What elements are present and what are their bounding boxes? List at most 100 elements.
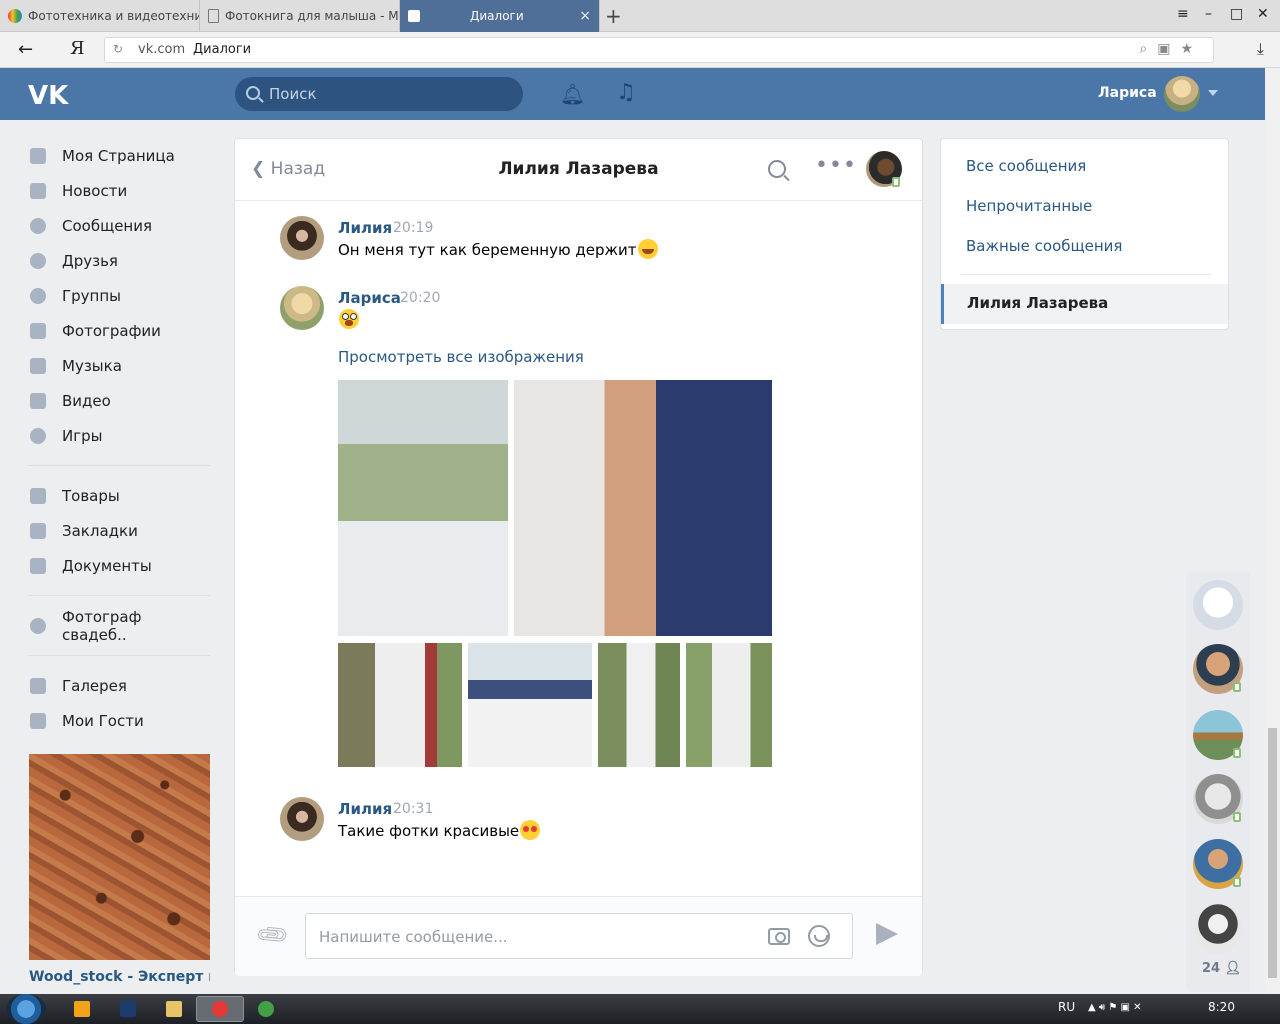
nav-item-bookmarks[interactable]: Закладки [28,513,210,548]
message-author[interactable]: Лилия [338,800,392,818]
tab-title: Диалоги [470,9,524,23]
page-scrollbar[interactable] [1265,68,1280,994]
new-tab-button[interactable]: + [605,4,622,28]
vk-logo-icon[interactable]: VK [28,79,70,111]
nav-item-documents[interactable]: Документы [28,548,210,583]
message-author[interactable]: Лилия [338,219,392,237]
reload-icon[interactable]: ↻ [113,42,123,56]
menu-icon[interactable]: ≡ [1177,6,1189,22]
photo-attachment[interactable] [338,380,508,636]
message-text [338,309,359,329]
message-input-box[interactable] [305,913,853,959]
nav-item-goods[interactable]: Товары [28,478,210,513]
search-box[interactable] [235,77,523,111]
avatar[interactable] [280,286,324,330]
taskbar-media-player-icon[interactable] [58,996,106,1022]
download-icon[interactable]: ⤓ [1257,39,1264,59]
emoji-icon[interactable] [808,925,830,947]
browser-tab-active[interactable]: Диалоги × [400,0,600,32]
message-text-content: Такие фотки красивые [338,822,520,840]
user-avatar[interactable] [1164,76,1200,112]
avatar[interactable] [280,797,324,841]
nav-item-friends[interactable]: Друзья [28,243,210,278]
message-author[interactable]: Лариса [338,289,401,307]
notifications-bell-icon[interactable]: 🔔︎ [560,82,585,106]
nav-item-music[interactable]: Музыка [28,348,210,383]
language-indicator[interactable]: RU [1058,1000,1075,1014]
search-icon [246,86,260,100]
filter-all-messages[interactable]: Все сообщения [966,157,1086,175]
nav-item-messages[interactable]: Сообщения [28,208,210,243]
search-input[interactable] [269,84,509,104]
taskbar-whatsapp-icon[interactable] [242,996,290,1022]
nav-item-gallery[interactable]: Галерея [28,668,210,703]
nav-item-my-page[interactable]: Моя Страница [28,138,210,173]
close-tab-icon[interactable]: × [579,8,591,24]
send-icon[interactable] [876,923,898,945]
camera-icon[interactable] [768,928,790,945]
home-icon [28,146,48,166]
url-field[interactable]: ↻ vk.com Диалоги ⌕▣★ [104,37,1214,63]
attach-paperclip-icon[interactable]: 📎︎ [254,917,291,954]
view-all-images-link[interactable]: Просмотреть все изображения [338,348,584,366]
photo-attachment[interactable] [598,643,680,767]
nav-label: Фотографии [62,321,161,340]
ad-title[interactable]: Wood_stock - Эксперт по [29,969,210,985]
nav-item-group-photographer[interactable]: Фотограф свадеб.. [28,608,210,644]
search-icon[interactable] [768,160,786,178]
message-time: 20:19 [393,220,434,236]
photo-attachment[interactable] [338,643,462,767]
photo-attachment[interactable] [686,643,772,767]
browser-logo[interactable]: Я [70,38,85,59]
nav-item-my-guests[interactable]: Мои Гости [28,703,210,738]
selected-dialog[interactable]: Лилия Лазарева [941,284,1228,324]
minimize-button[interactable]: – [1205,6,1212,22]
scrollbar-thumb[interactable] [1268,728,1277,978]
selected-dialog-label: Лилия Лазарева [967,294,1109,312]
message-time: 20:20 [400,290,441,306]
avatar[interactable] [280,216,324,260]
filter-unread[interactable]: Непрочитанные [966,197,1092,215]
photo-attachment[interactable] [514,380,772,636]
friends-online-count[interactable]: 24 👤︎ [1202,961,1241,976]
message-input[interactable] [319,926,749,948]
mobile-online-icon [1233,682,1241,692]
friends-icon [28,251,48,271]
taskbar-photoshop-icon[interactable] [104,996,152,1022]
maximize-button[interactable]: □ [1230,6,1243,22]
close-window-button[interactable]: ✕ [1257,6,1269,22]
nav-item-games[interactable]: Игры [28,418,210,453]
music-icon[interactable]: ♫ [616,80,636,105]
windows-start-button[interactable] [6,994,46,1024]
user-name[interactable]: Лариса [1098,85,1157,101]
vk-header: VK 🔔︎ ♫ Лариса [0,68,1265,120]
nav-item-groups[interactable]: Группы [28,278,210,313]
ad-image[interactable] [29,754,210,960]
chevron-down-icon[interactable] [1208,90,1218,96]
tray-icons[interactable]: ▲ 🔊︎ ⚑ ▣ ✕ [1088,1002,1142,1013]
browser-tab[interactable]: Фототехника и видеотехни [0,0,200,32]
browser-tab[interactable]: Фотокнига для малыша - М [200,0,400,32]
vk-messages-favicon-icon [408,10,420,22]
person-icon: 👤︎ [1224,961,1242,976]
address-actions-icons[interactable]: ⌕▣★ [1139,41,1203,57]
clock[interactable]: 8:20 [1208,1000,1235,1014]
dog-avatar-icon[interactable] [1193,580,1243,630]
taskbar-yandex-browser-icon[interactable] [196,996,244,1022]
more-options-icon[interactable]: ••• [815,153,857,178]
nav-item-news[interactable]: Новости [28,173,210,208]
nav-item-video[interactable]: Видео [28,383,210,418]
friend-avatar[interactable] [1193,904,1243,954]
mobile-online-icon [1233,748,1241,758]
taskbar-explorer-icon[interactable] [150,996,198,1022]
back-arrow-icon[interactable]: ← [18,39,33,60]
nav-item-photos[interactable]: Фотографии [28,313,210,348]
grid-icon [28,711,48,731]
tab-title: Фототехника и видеотехни [28,9,200,23]
svg-text:VK: VK [28,81,69,109]
browser-tab-bar: Фототехника и видеотехни Фотокнига для м… [0,0,1280,32]
photo-attachment[interactable] [468,643,592,767]
nav-label: Игры [62,426,103,445]
filter-important[interactable]: Важные сообщения [966,237,1122,255]
url-domain: vk.com [138,42,186,57]
